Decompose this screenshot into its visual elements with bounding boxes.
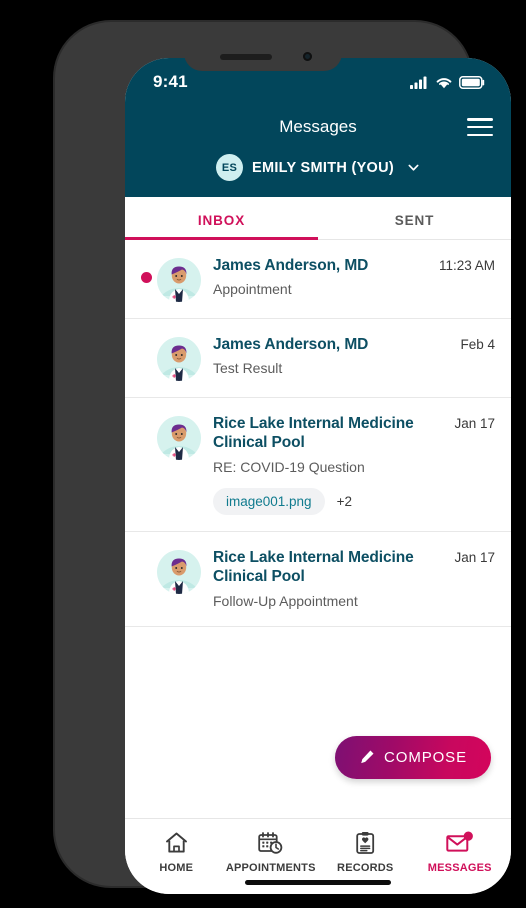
unread-indicator-slot (135, 256, 157, 283)
header-title-row: Messages (125, 106, 511, 148)
compose-area: COMPOSE (125, 626, 511, 807)
status-icons (410, 75, 485, 89)
app-header: 9:41 Messages ES EMILY SMITH (YOU) (125, 58, 511, 197)
tab-inbox[interactable]: INBOX (125, 197, 318, 240)
home-icon (164, 830, 189, 856)
nav-item-home[interactable]: HOME (129, 830, 224, 874)
phone-screen: 9:41 Messages ES EMILY SMITH (YOU) INBOX… (125, 58, 511, 894)
wifi-icon (436, 77, 452, 88)
nav-label-home: HOME (159, 862, 194, 874)
message-content: Rice Lake Internal Medicine Clinical Poo… (213, 548, 454, 610)
notch-speaker (220, 54, 272, 60)
message-tabs: INBOX SENT (125, 197, 511, 240)
notch-camera (303, 52, 312, 61)
unread-indicator-slot (135, 548, 157, 564)
message-sender: James Anderson, MD (213, 336, 369, 353)
doctor-avatar (157, 258, 201, 302)
clipboard-heart-icon (354, 830, 377, 856)
unread-indicator-slot (135, 335, 157, 351)
message-content: James Anderson, MD Appointment (213, 256, 439, 299)
user-selector[interactable]: ES EMILY SMITH (YOU) (125, 148, 511, 197)
doctor-avatar (157, 337, 201, 381)
nav-item-appointments[interactable]: APPOINTMENTS (224, 830, 319, 874)
table-row[interactable]: James Anderson, MD Appointment 11:23 AM (125, 240, 511, 319)
message-content: James Anderson, MD Test Result (213, 335, 460, 378)
doctor-avatar (157, 549, 201, 594)
phone-frame: 9:41 Messages ES EMILY SMITH (YOU) INBOX… (55, 22, 511, 894)
status-badge (140, 272, 152, 283)
battery-icon (459, 75, 485, 89)
attachment-list: image001.png +2 (213, 487, 446, 515)
doctor-avatar (157, 416, 201, 460)
nav-item-records[interactable]: RECORDS (318, 830, 413, 874)
tab-sent[interactable]: SENT (318, 197, 511, 239)
message-subject: Follow-Up Appointment (213, 592, 358, 609)
message-subject: Test Result (213, 360, 283, 377)
message-timestamp: 11:23 AM (438, 258, 495, 273)
message-list: James Anderson, MD Appointment 11:23 AM (125, 240, 511, 627)
hamburger-menu-icon[interactable] (467, 118, 493, 136)
message-sender: Rice Lake Internal Medicine Clinical Poo… (213, 548, 414, 586)
chevron-down-icon (408, 164, 419, 171)
message-sender: James Anderson, MD (213, 257, 369, 274)
nav-label-messages: MESSAGES (427, 862, 492, 874)
cellular-signal-icon (410, 76, 427, 89)
nav-label-appointments: APPOINTMENTS (225, 862, 316, 874)
message-subject: Appointment (213, 281, 292, 298)
avatar: ES (215, 154, 243, 181)
compose-button-label: COMPOSE (384, 748, 467, 766)
status-time: 9:41 (153, 72, 188, 91)
calendar-clock-icon (257, 830, 284, 856)
screenshot-stage: 9:41 Messages ES EMILY SMITH (YOU) INBOX… (0, 0, 526, 908)
message-content: Rice Lake Internal Medicine Clinical Poo… (213, 414, 454, 515)
home-indicator (245, 880, 391, 885)
attachment-overflow-count[interactable]: +2 (337, 494, 352, 509)
message-timestamp: Feb 4 (460, 337, 495, 352)
envelope-icon (445, 830, 475, 856)
table-row[interactable]: Rice Lake Internal Medicine Clinical Poo… (125, 398, 511, 532)
page-title: Messages (279, 117, 357, 136)
unread-badge-dot (463, 831, 473, 841)
nav-label-records: RECORDS (337, 862, 394, 874)
message-subject: RE: COVID-19 Question (213, 458, 365, 475)
message-sender: Rice Lake Internal Medicine Clinical Poo… (213, 415, 414, 452)
unread-indicator-slot (135, 414, 157, 430)
phone-notch (184, 44, 342, 71)
user-name-label: EMILY SMITH (YOU) (251, 159, 395, 176)
compose-button[interactable]: COMPOSE (335, 735, 491, 779)
message-timestamp: Jan 17 (454, 416, 495, 431)
pencil-icon (361, 750, 374, 764)
nav-item-messages[interactable]: MESSAGES (413, 830, 508, 874)
table-row[interactable]: Rice Lake Internal Medicine Clinical Poo… (125, 532, 511, 627)
message-timestamp: Jan 17 (454, 549, 495, 565)
table-row[interactable]: James Anderson, MD Test Result Feb 4 (125, 319, 511, 398)
attachment-chip[interactable]: image001.png (213, 487, 325, 515)
